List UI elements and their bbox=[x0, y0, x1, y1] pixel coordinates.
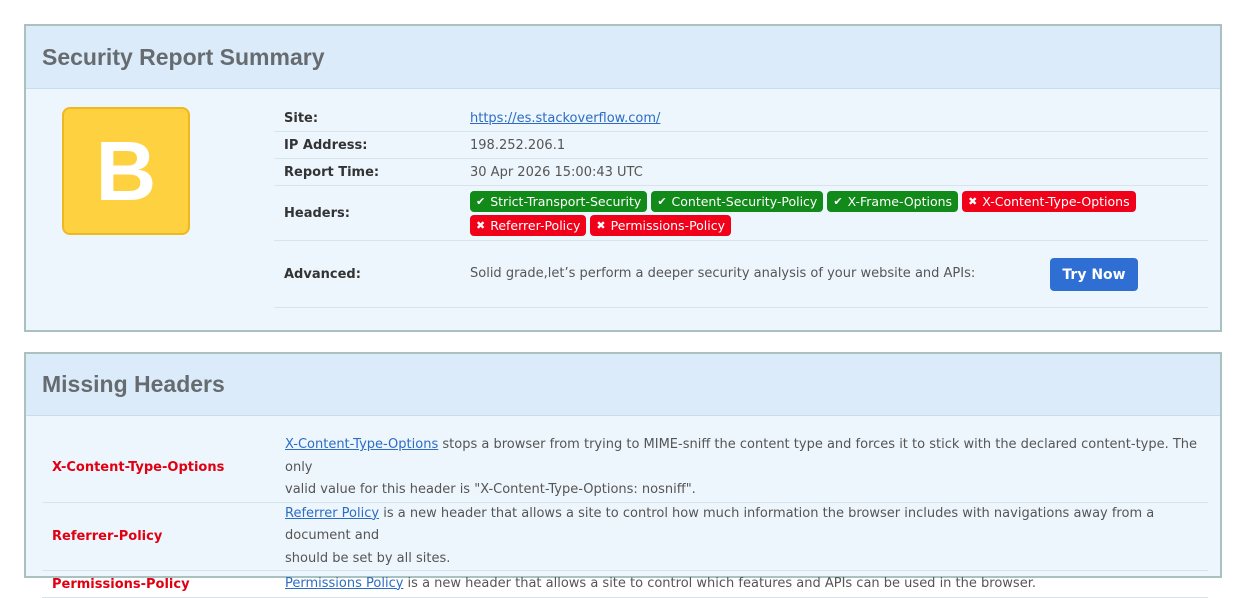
missing-header-name: Permissions-Policy bbox=[42, 570, 285, 598]
missing-title: Missing Headers bbox=[42, 371, 225, 397]
description-text: should be set by all sites. bbox=[285, 550, 451, 566]
header-badge-label: X-Frame-Options bbox=[847, 193, 953, 209]
cross-icon: ✖ bbox=[968, 194, 978, 208]
header-badge: ✖ Permissions-Policy bbox=[590, 214, 732, 236]
check-icon: ✔ bbox=[657, 194, 667, 208]
header-badge: ✔ X-Frame-Options bbox=[827, 190, 959, 212]
missing-header-name: Referrer-Policy bbox=[42, 502, 285, 571]
advanced-text: Solid grade,let’s perform a deeper secur… bbox=[470, 266, 976, 281]
site-link[interactable]: https://es.stackoverflow.com/ bbox=[470, 111, 660, 126]
ip-row: IP Address: 198.252.206.1 bbox=[274, 131, 1208, 159]
headers-row: Headers: ✔ Strict-Transport-Security ✔ Con… bbox=[274, 185, 1208, 241]
ip-value: 198.252.206.1 bbox=[470, 131, 1208, 159]
description-text: is a new header that allows a site to co… bbox=[285, 505, 1155, 544]
header-badge-label: Strict-Transport-Security bbox=[490, 193, 642, 209]
report-time-label: Report Time: bbox=[274, 158, 470, 186]
missing-header-name: X-Content-Type-Options bbox=[42, 434, 285, 503]
description-text: is a new header that allows a site to co… bbox=[403, 575, 1036, 591]
header-badge-label: X-Content-Type-Options bbox=[982, 193, 1130, 209]
permissions-policy-link[interactable]: Permissions Policy bbox=[285, 576, 403, 591]
missing-header: Missing Headers bbox=[26, 354, 1220, 416]
referrer-policy-link[interactable]: Referrer Policy bbox=[285, 506, 379, 521]
header-badge-label: Referrer-Policy bbox=[490, 217, 581, 233]
report-time-row: Report Time: 30 Apr 2026 15:00:43 UTC bbox=[274, 158, 1208, 186]
security-report-summary-panel: Security Report Summary B Site: https://… bbox=[24, 24, 1222, 332]
header-badge: ✔ Content-Security-Policy bbox=[651, 190, 824, 212]
missing-header-description: X-Content-Type-Options stops a browser f… bbox=[285, 434, 1208, 503]
table-row: Permissions-Policy Permissions Policy is… bbox=[42, 570, 1208, 598]
check-icon: ✔ bbox=[833, 194, 843, 208]
cross-icon: ✖ bbox=[476, 218, 486, 232]
grade-letter: B bbox=[95, 124, 157, 218]
advanced-row: Advanced: Solid grade,let’s perform a de… bbox=[274, 240, 1208, 308]
site-row: Site: https://es.stackoverflow.com/ bbox=[274, 106, 1208, 132]
cross-icon: ✖ bbox=[596, 218, 606, 232]
missing-header-description: Permissions Policy is a new header that … bbox=[285, 570, 1208, 598]
description-text: valid value for this header is "X-Conten… bbox=[285, 482, 696, 497]
header-badges: ✔ Strict-Transport-Security ✔ Content-Secu… bbox=[470, 190, 1170, 236]
summary-title: Security Report Summary bbox=[42, 44, 325, 70]
check-icon: ✔ bbox=[476, 194, 486, 208]
header-badge-label: Permissions-Policy bbox=[610, 217, 726, 233]
table-row: X-Content-Type-Options X-Content-Type-Op… bbox=[42, 434, 1208, 503]
report-info-table: Site: https://es.stackoverflow.com/ IP A… bbox=[274, 106, 1208, 308]
headers-label: Headers: bbox=[274, 185, 470, 241]
x-content-type-options-link[interactable]: X-Content-Type-Options bbox=[285, 437, 438, 452]
header-badge: ✖ X-Content-Type-Options bbox=[962, 190, 1136, 212]
ip-label: IP Address: bbox=[274, 131, 470, 159]
missing-headers-table: X-Content-Type-Options X-Content-Type-Op… bbox=[42, 434, 1208, 598]
missing-headers-panel: Missing Headers X-Content-Type-Options X… bbox=[24, 352, 1222, 598]
missing-header-description: Referrer Policy is a new header that all… bbox=[285, 502, 1208, 571]
report-time-value: 30 Apr 2026 15:00:43 UTC bbox=[470, 158, 1208, 186]
summary-header: Security Report Summary bbox=[26, 26, 1220, 89]
try-now-button[interactable]: Try Now bbox=[1050, 258, 1138, 291]
header-badge-label: Content-Security-Policy bbox=[671, 193, 818, 209]
header-badge: ✖ Referrer-Policy bbox=[470, 214, 587, 236]
site-label: Site: bbox=[274, 106, 470, 132]
advanced-label: Advanced: bbox=[274, 240, 470, 308]
grade-badge: B bbox=[62, 107, 190, 235]
header-badge: ✔ Strict-Transport-Security bbox=[470, 190, 648, 212]
table-row: Referrer-Policy Referrer Policy is a new… bbox=[42, 502, 1208, 571]
